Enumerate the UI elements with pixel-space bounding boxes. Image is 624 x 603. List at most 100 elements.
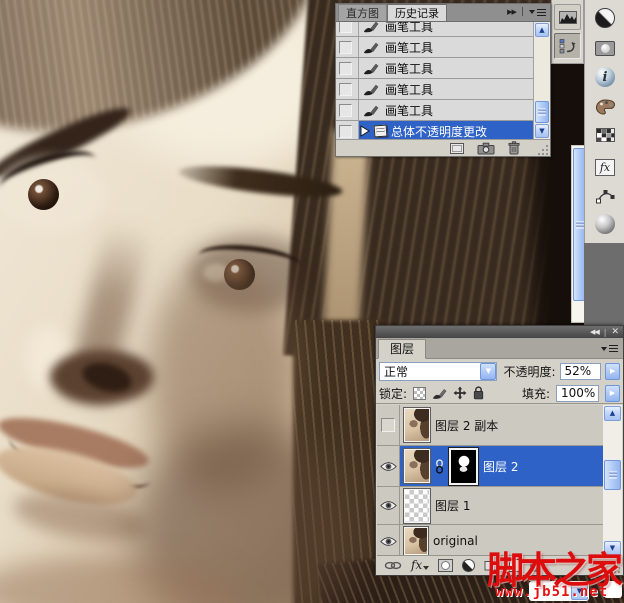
history-source-cell[interactable]	[336, 79, 359, 99]
photo-forehead-highlight	[90, 0, 360, 180]
close-panel-icon[interactable]: ✕	[611, 327, 619, 337]
history-source-cell[interactable]	[336, 58, 359, 78]
layer-name[interactable]: 图层 2 副本	[435, 417, 498, 434]
eye-icon[interactable]	[379, 461, 397, 472]
history-panel: 直方图 历史记录 ▶▶ | 画笔工具 画笔工具 画笔工具 画笔工具 画笔工具 总…	[335, 3, 551, 157]
history-state-label: 总体不透明度更改	[391, 124, 488, 139]
history-scroll-up-button[interactable]: ▲	[535, 23, 549, 37]
brush-tool-icon	[363, 105, 379, 116]
layers-lock-row: 锁定: 填充: 100% ▶	[376, 383, 623, 404]
new-adjustment-layer-icon[interactable]	[462, 558, 476, 572]
layers-scrollbar-thumb[interactable]	[604, 460, 621, 490]
history-state-row[interactable]: 画笔工具	[336, 37, 533, 58]
panel-spread-icon[interactable]: ▶▶	[507, 8, 517, 16]
visibility-toggle[interactable]	[377, 525, 400, 557]
history-scrollbar[interactable]: ▲ ▼	[533, 22, 550, 139]
layer-mask-link-icon[interactable]	[435, 458, 444, 474]
layers-panel-title-bar: ◀◀ | ✕	[376, 326, 623, 338]
layer-name[interactable]: 图层 2	[483, 458, 518, 475]
visibility-toggle[interactable]	[377, 446, 400, 486]
lock-transparency-icon[interactable]	[413, 386, 427, 400]
delete-state-button[interactable]	[508, 141, 520, 155]
history-state-row[interactable]: 画笔工具	[336, 79, 533, 100]
swatches-icon[interactable]	[594, 124, 616, 146]
collapse-panel-icon[interactable]: ◀◀	[590, 328, 600, 336]
history-scrollbar-thumb[interactable]	[535, 101, 549, 123]
layer-name[interactable]: original	[433, 534, 478, 548]
history-source-well[interactable]	[339, 61, 352, 75]
lock-all-padlock-icon[interactable]	[473, 386, 484, 400]
info-icon[interactable]: i	[594, 66, 616, 88]
history-state-row[interactable]: 画笔工具	[336, 22, 533, 37]
history-state-row-selected[interactable]: 总体不透明度更改	[336, 121, 533, 141]
layer-thumbnail[interactable]	[403, 487, 431, 524]
new-snapshot-button[interactable]	[477, 142, 495, 155]
history-source-well[interactable]	[339, 103, 352, 117]
layer-styles-icon[interactable]: fx	[594, 156, 616, 178]
history-scroll-down-button[interactable]: ▼	[535, 124, 549, 138]
history-source-well[interactable]	[339, 22, 352, 33]
camera-icon	[477, 142, 495, 154]
history-state-slider-icon[interactable]	[360, 125, 370, 137]
photo-jaw-shadow	[132, 425, 362, 603]
color-palette-icon[interactable]	[594, 96, 616, 118]
photo-left-iris	[28, 179, 59, 210]
lock-position-move-icon[interactable]	[453, 386, 467, 400]
layer-mask-thumbnail[interactable]	[448, 446, 479, 486]
opacity-input[interactable]: 52%	[559, 362, 602, 380]
history-source-well[interactable]	[339, 40, 352, 54]
history-source-cell[interactable]	[336, 100, 359, 120]
chevron-down-icon[interactable]: ▼	[480, 362, 497, 380]
layer-name[interactable]: 图层 1	[435, 497, 470, 514]
history-source-well[interactable]	[339, 124, 352, 138]
history-source-well[interactable]	[339, 82, 352, 96]
layers-scrollbar[interactable]: ▲ ▼	[603, 405, 622, 557]
watermark-site-url: www.jb51.net	[495, 584, 609, 600]
layer-row-layer2-copy[interactable]: 图层 2 副本	[377, 405, 604, 446]
history-source-cell[interactable]	[336, 37, 359, 57]
lock-pixels-brush-icon[interactable]	[432, 387, 447, 400]
photo-neck-shadow	[0, 556, 245, 603]
trash-icon	[508, 141, 520, 155]
adjustments-icon[interactable]	[594, 7, 616, 29]
layer-thumbnail[interactable]	[403, 448, 431, 484]
layers-controls-row: 正常 ▼ 不透明度: 52% ▶	[376, 359, 623, 383]
layer-style-fx-icon[interactable]: fx	[411, 558, 430, 572]
eye-icon[interactable]	[379, 536, 397, 547]
layer-thumbnail[interactable]	[403, 407, 431, 443]
layers-panel-menu-icon[interactable]	[601, 345, 618, 352]
history-panel-menu-icon[interactable]	[529, 8, 546, 16]
layer-thumbnail[interactable]	[403, 526, 429, 556]
panel-resize-grip[interactable]	[538, 144, 549, 155]
paths-icon[interactable]	[594, 186, 616, 208]
history-source-cell[interactable]	[336, 121, 359, 141]
fill-input[interactable]: 100%	[556, 384, 599, 402]
layer-row-layer2-selected[interactable]: 图层 2	[377, 446, 604, 487]
blend-mode-select[interactable]: 正常 ▼	[379, 361, 498, 381]
tab-histogram[interactable]: 直方图	[338, 4, 387, 21]
eye-icon[interactable]	[379, 500, 397, 511]
history-panel-button[interactable]	[554, 33, 581, 59]
layer-row-layer1[interactable]: 图层 1	[377, 487, 604, 525]
masks-icon[interactable]	[594, 37, 616, 59]
history-source-cell[interactable]	[336, 22, 359, 36]
history-state-row[interactable]: 画笔工具	[336, 58, 533, 79]
tab-layers[interactable]: 图层	[378, 339, 427, 359]
link-layers-icon[interactable]	[384, 561, 402, 570]
visibility-toggle[interactable]	[377, 405, 400, 445]
photo-left-eyebrow	[0, 98, 136, 188]
fill-slider-arrow-icon[interactable]: ▶	[605, 384, 620, 402]
history-state-label: 画笔工具	[385, 103, 434, 118]
tab-history[interactable]: 历史记录	[387, 4, 447, 21]
layers-scroll-up-button[interactable]: ▲	[604, 406, 621, 421]
visibility-toggle[interactable]	[377, 487, 400, 524]
opacity-slider-arrow-icon[interactable]: ▶	[605, 362, 620, 380]
history-state-row[interactable]: 画笔工具	[336, 100, 533, 121]
visibility-empty-well[interactable]	[381, 418, 395, 432]
add-layer-mask-icon[interactable]	[438, 558, 454, 572]
histogram-panel-button[interactable]	[554, 4, 581, 30]
photo-lower-lip	[0, 435, 143, 516]
photo-nose-bottom	[50, 350, 154, 404]
styles-sphere-icon[interactable]	[594, 213, 616, 235]
new-document-from-state-button[interactable]	[450, 142, 464, 154]
